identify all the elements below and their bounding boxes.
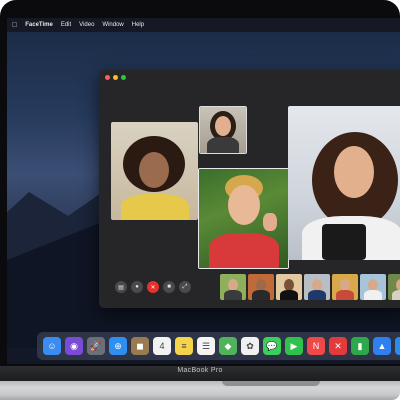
maps-icon[interactable]: ◆ [219, 337, 237, 355]
menu-bar:  FaceTime Edit Video Window Help [7, 18, 400, 32]
calendar-icon[interactable]: 4 [153, 337, 171, 355]
numbers-icon[interactable]: ▮ [351, 337, 369, 355]
messages-icon[interactable]: 💬 [263, 337, 281, 355]
reminders-icon[interactable]: ☰ [197, 337, 215, 355]
fullscreen-icon[interactable]: ⤢ [179, 281, 191, 293]
apple-icon[interactable]:  [12, 22, 17, 29]
participant-tile[interactable] [288, 106, 400, 260]
zoom-window-button[interactable] [121, 75, 126, 80]
roster-thumbnail[interactable] [220, 274, 246, 300]
window-controls [105, 75, 126, 80]
macbook:  FaceTime Edit Video Window Help [0, 0, 400, 400]
laptop-base [0, 381, 400, 400]
close-window-button[interactable] [105, 75, 110, 80]
mute-icon[interactable]: ● [131, 281, 143, 293]
safari-icon[interactable]: ⊕ [109, 337, 127, 355]
facetime-window: ▤ ● ✕ ■ ⤢ [99, 70, 400, 308]
minimize-window-button[interactable] [113, 75, 118, 80]
menu-help[interactable]: Help [132, 22, 144, 28]
participant-tile-active[interactable] [198, 168, 289, 269]
notes-icon[interactable]: ≡ [175, 337, 193, 355]
keynote-icon[interactable]: ▲ [373, 337, 391, 355]
stocks-icon[interactable]: ✕ [329, 337, 347, 355]
menu-video[interactable]: Video [79, 22, 94, 28]
participant-roster [220, 274, 400, 300]
roster-thumbnail[interactable] [388, 274, 400, 300]
roster-thumbnail[interactable] [360, 274, 386, 300]
menu-window[interactable]: Window [102, 22, 123, 28]
menu-edit[interactable]: Edit [61, 22, 71, 28]
contacts-icon[interactable]: ◼ [131, 337, 149, 355]
model-label: MacBook Pro [177, 367, 223, 374]
desktop:  FaceTime Edit Video Window Help [7, 18, 400, 364]
sidebar-toggle-icon[interactable]: ▤ [115, 281, 127, 293]
menu-app-name[interactable]: FaceTime [25, 22, 53, 28]
roster-thumbnail[interactable] [276, 274, 302, 300]
facetime-icon[interactable]: ▶ [285, 337, 303, 355]
end-call-icon[interactable]: ✕ [147, 281, 159, 293]
dock: ☺◉🚀⊕◼4≡☰◆✿💬▶N✕▮▲A♫ [37, 332, 400, 360]
camera-icon[interactable]: ■ [163, 281, 175, 293]
lid-notch [222, 381, 320, 386]
launchpad-icon[interactable]: 🚀 [87, 337, 105, 355]
appstore-icon[interactable]: A [395, 337, 400, 355]
siri-icon[interactable]: ◉ [65, 337, 83, 355]
finder-icon[interactable]: ☺ [43, 337, 61, 355]
roster-thumbnail[interactable] [332, 274, 358, 300]
photos-icon[interactable]: ✿ [241, 337, 259, 355]
participant-tile[interactable] [199, 106, 247, 154]
roster-thumbnail[interactable] [248, 274, 274, 300]
call-controls: ▤ ● ✕ ■ ⤢ [115, 281, 191, 293]
participant-tile[interactable] [111, 122, 198, 220]
roster-thumbnail[interactable] [304, 274, 330, 300]
news-icon[interactable]: N [307, 337, 325, 355]
